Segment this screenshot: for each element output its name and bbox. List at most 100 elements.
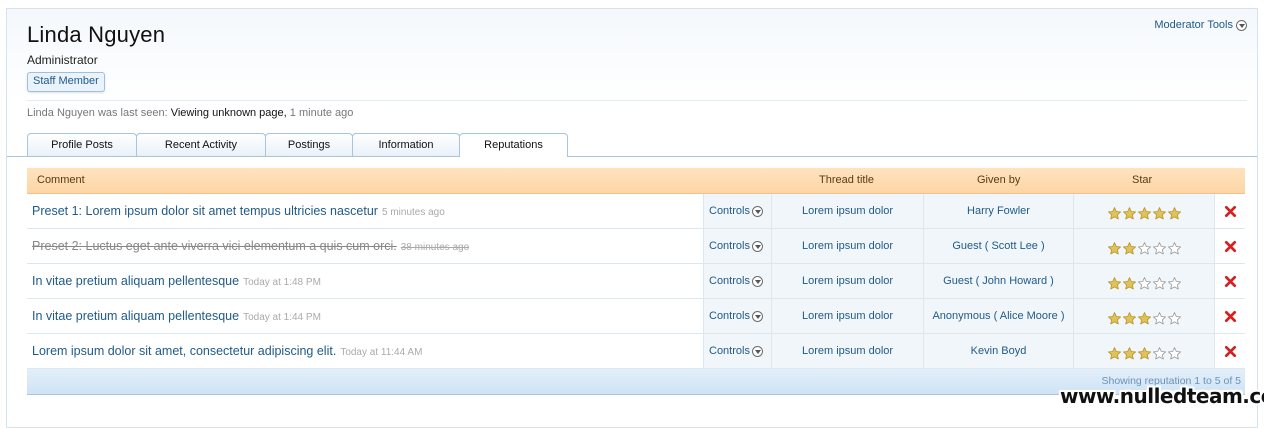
star-filled-icon (1107, 271, 1122, 290)
tab-reputations[interactable]: Reputations (459, 133, 568, 157)
comment-time: 38 minutes ago (400, 242, 470, 253)
given-by-link[interactable]: Kevin Boyd (923, 334, 1073, 368)
delete-icon (1224, 345, 1237, 358)
delete-button[interactable] (1214, 334, 1245, 368)
tab-profile-posts[interactable]: Profile Posts (27, 133, 137, 156)
delete-button[interactable] (1214, 264, 1245, 298)
star-empty-icon (1152, 306, 1167, 325)
delete-icon (1224, 310, 1237, 323)
star-rating (1073, 194, 1214, 228)
given-by-link[interactable]: Guest ( Scott Lee ) (923, 229, 1073, 263)
table-row: Preset 1: Lorem ipsum dolor sit amet tem… (27, 194, 1245, 229)
comment-link[interactable]: In vitae pretium aliquam pellentesque (32, 309, 239, 323)
table-body: Preset 1: Lorem ipsum dolor sit amet tem… (27, 194, 1245, 369)
star-filled-icon (1107, 306, 1122, 325)
comment-cell: Lorem ipsum dolor sit amet, consectetur … (27, 334, 703, 368)
comment-link[interactable]: In vitae pretium aliquam pellentesque (32, 274, 239, 288)
comment-cell: In vitae pretium aliquam pellentesque Tod… (27, 299, 703, 333)
moderator-tools-menu[interactable]: Moderator Tools (1154, 19, 1247, 31)
profile-tabs: Profile Posts Recent Activity Postings I… (27, 133, 568, 157)
comment-link[interactable]: Lorem ipsum dolor sit amet, consectetur … (32, 344, 336, 358)
star-filled-icon (1107, 201, 1122, 220)
chevron-down-icon (751, 240, 763, 252)
header-comment: Comment (37, 174, 85, 186)
table-header: Comment Thread title Given by Star (27, 168, 1245, 194)
delete-button[interactable] (1214, 194, 1245, 228)
profile-page: Linda Nguyen Administrator Staff Member … (6, 8, 1258, 428)
controls-menu[interactable]: Controls (703, 264, 771, 298)
chevron-down-icon (751, 275, 763, 287)
star-filled-icon (1137, 201, 1152, 220)
stars-group (1107, 271, 1182, 290)
stars-group (1107, 341, 1182, 360)
table-row: Lorem ipsum dolor sit amet, consectetur … (27, 334, 1245, 369)
chevron-down-icon (751, 205, 763, 217)
header-divider (27, 100, 1247, 101)
tab-recent-activity[interactable]: Recent Activity (136, 133, 266, 156)
controls-label: Controls (709, 310, 750, 322)
star-empty-icon (1152, 236, 1167, 255)
stars-group (1107, 236, 1182, 255)
star-filled-icon (1122, 271, 1137, 290)
star-filled-icon (1122, 236, 1137, 255)
staff-badge: Staff Member (27, 72, 105, 92)
last-seen-prefix: Linda Nguyen was last seen: (27, 107, 168, 119)
star-rating (1073, 299, 1214, 333)
controls-menu[interactable]: Controls (703, 334, 771, 368)
last-seen-activity: Viewing unknown page (170, 107, 284, 119)
star-empty-icon (1152, 271, 1167, 290)
star-empty-icon (1137, 236, 1152, 255)
comment-link[interactable]: Preset 2: Luctus eget ante viverra vici … (32, 239, 397, 253)
star-filled-icon (1137, 341, 1152, 360)
star-rating (1073, 264, 1214, 298)
star-rating (1073, 229, 1214, 263)
chevron-down-icon (751, 345, 763, 357)
last-seen-separator: , (283, 107, 287, 119)
controls-label: Controls (709, 240, 750, 252)
last-seen: Linda Nguyen was last seen: Viewing unkn… (27, 107, 353, 119)
header-star: Star (1132, 174, 1153, 186)
tab-information[interactable]: Information (352, 133, 460, 156)
star-filled-icon (1122, 341, 1137, 360)
reputation-table: Comment Thread title Given by Star Prese… (27, 168, 1245, 395)
chevron-down-icon (1236, 19, 1247, 31)
delete-button[interactable] (1214, 299, 1245, 333)
star-filled-icon (1137, 306, 1152, 325)
thread-title-link[interactable]: Lorem ipsum dolor (771, 299, 923, 333)
comment-cell: Preset 1: Lorem ipsum dolor sit amet tem… (27, 194, 703, 228)
delete-button[interactable] (1214, 229, 1245, 263)
star-rating (1073, 334, 1214, 368)
comment-cell: Preset 2: Luctus eget ante viverra vici … (27, 229, 703, 263)
controls-menu[interactable]: Controls (703, 229, 771, 263)
star-filled-icon (1122, 201, 1137, 220)
comment-link[interactable]: Preset 1: Lorem ipsum dolor sit amet tem… (32, 204, 378, 218)
star-empty-icon (1137, 271, 1152, 290)
comment-time: Today at 11:44 AM (340, 347, 423, 358)
header-thread-title: Thread title (819, 174, 875, 186)
given-by-link[interactable]: Anonymous ( Alice Moore ) (923, 299, 1073, 333)
star-filled-icon (1152, 201, 1167, 220)
star-empty-icon (1152, 341, 1167, 360)
star-filled-icon (1107, 236, 1122, 255)
given-by-link[interactable]: Guest ( John Howard ) (923, 264, 1073, 298)
thread-title-link[interactable]: Lorem ipsum dolor (771, 334, 923, 368)
controls-menu[interactable]: Controls (703, 299, 771, 333)
comment-time: Today at 1:44 PM (243, 312, 321, 323)
controls-label: Controls (709, 205, 750, 217)
thread-title-link[interactable]: Lorem ipsum dolor (771, 264, 923, 298)
star-empty-icon (1167, 306, 1182, 325)
delete-icon (1224, 240, 1237, 253)
given-by-link[interactable]: Harry Fowler (923, 194, 1073, 228)
controls-menu[interactable]: Controls (703, 194, 771, 228)
last-seen-time: 1 minute ago (289, 107, 354, 119)
profile-header: Linda Nguyen Administrator Staff Member … (7, 9, 1257, 101)
chevron-down-icon (751, 310, 763, 322)
user-name: Linda Nguyen (27, 22, 166, 47)
table-row: In vitae pretium aliquam pellentesque Tod… (27, 264, 1245, 299)
star-empty-icon (1167, 236, 1182, 255)
comment-cell: In vitae pretium aliquam pellentesque Tod… (27, 264, 703, 298)
thread-title-link[interactable]: Lorem ipsum dolor (771, 229, 923, 263)
user-title: Administrator (27, 53, 98, 67)
tab-postings[interactable]: Postings (265, 133, 353, 156)
thread-title-link[interactable]: Lorem ipsum dolor (771, 194, 923, 228)
